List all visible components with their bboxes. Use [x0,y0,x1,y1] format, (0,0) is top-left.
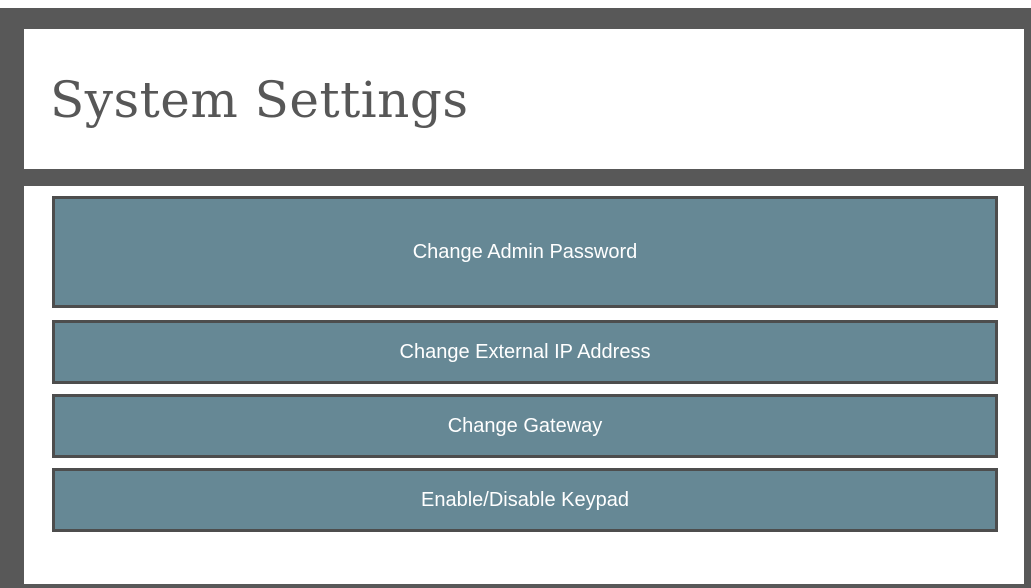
settings-panel: Change Admin Password Change External IP… [24,186,1024,584]
change-admin-password-button[interactable]: Change Admin Password [52,196,998,308]
page-title: System Settings [50,71,469,129]
change-external-ip-address-button[interactable]: Change External IP Address [52,320,998,384]
change-gateway-button[interactable]: Change Gateway [52,394,998,458]
top-strip [0,0,1031,8]
header-panel: System Settings [24,29,1024,169]
enable-disable-keypad-button[interactable]: Enable/Disable Keypad [52,468,998,532]
